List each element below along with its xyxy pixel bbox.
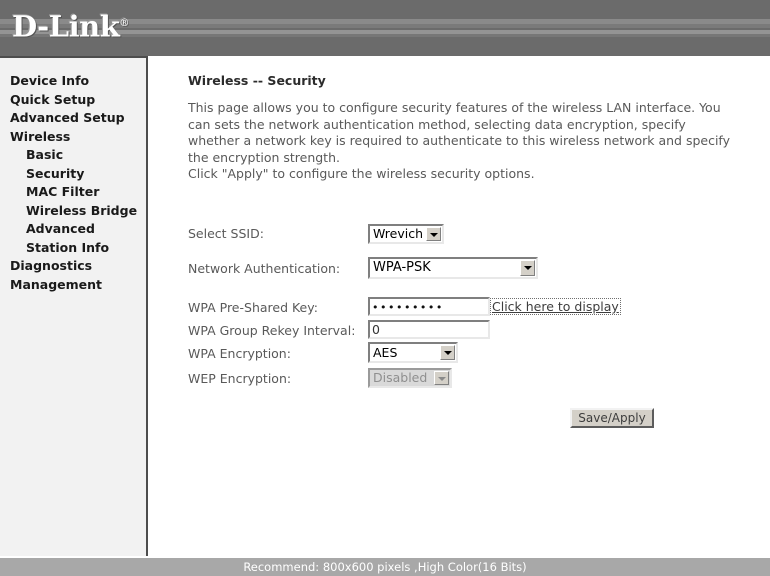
click-here-to-display-link[interactable]: Click here to display — [490, 298, 621, 315]
wep-encryption-label: WEP Encryption: — [188, 371, 292, 386]
wpa-group-rekey-interval-input[interactable]: 0 — [368, 320, 490, 339]
select-ssid-label: Select SSID: — [188, 226, 264, 241]
registered-trademark-icon: ® — [119, 18, 129, 29]
save-apply-button[interactable]: Save/Apply — [570, 408, 654, 428]
page-title: Wireless -- Security — [188, 73, 326, 88]
page-description: This page allows you to configure securi… — [188, 100, 731, 181]
network-authentication-control: WPA-PSK — [368, 257, 538, 279]
sidebar-item-advanced[interactable]: Advanced — [0, 220, 146, 239]
wep-encryption-value: Disabled — [373, 370, 428, 385]
main-content: Wireless -- Security This page allows yo… — [152, 56, 770, 556]
wpa-group-rekey-interval-label: WPA Group Rekey Interval: — [188, 323, 356, 338]
dlink-logo: D-Link® — [12, 7, 129, 44]
network-authentication-value: WPA-PSK — [373, 260, 431, 275]
wpa-encryption-label: WPA Encryption: — [188, 346, 291, 361]
wpa-encryption-dropdown[interactable]: AES — [368, 342, 458, 363]
select-ssid-value: Wrevich — [373, 226, 424, 241]
wep-encryption-control: Disabled — [368, 368, 452, 388]
wpa-pre-shared-key-input[interactable]: ••••••••• — [368, 297, 490, 316]
network-authentication-dropdown[interactable]: WPA-PSK — [368, 257, 538, 279]
chevron-down-icon — [434, 371, 449, 385]
sidebar-item-advanced-setup[interactable]: Advanced Setup — [0, 109, 146, 128]
network-authentication-label: Network Authentication: — [188, 261, 341, 276]
sidebar-item-diagnostics[interactable]: Diagnostics — [0, 257, 146, 276]
chevron-down-icon[interactable] — [440, 345, 455, 360]
wpa-group-rekey-interval-control: 0 — [368, 320, 490, 339]
wep-encryption-dropdown: Disabled — [368, 368, 452, 388]
wpa-pre-shared-key-value: ••••••••• — [372, 301, 444, 314]
sidebar-nav: Device Info Quick Setup Advanced Setup Wire… — [0, 56, 148, 556]
sidebar-item-management[interactable]: Management — [0, 276, 146, 295]
wpa-encryption-control: AES — [368, 342, 458, 363]
sidebar-item-wireless[interactable]: Wireless — [0, 128, 146, 147]
wpa-pre-shared-key-control: ••••••••• — [368, 297, 490, 316]
page-body: Device Info Quick Setup Advanced Setup Wire… — [0, 56, 770, 558]
sidebar-item-wireless-bridge[interactable]: Wireless Bridge — [0, 202, 146, 221]
footer-bar: Recommend: 800x600 pixels ,High Color(16… — [0, 558, 770, 576]
select-ssid-dropdown[interactable]: Wrevich — [368, 224, 444, 244]
select-ssid-control: Wrevich — [368, 224, 444, 244]
site-header: D-Link® — [0, 0, 770, 56]
sidebar-item-mac-filter[interactable]: MAC Filter — [0, 183, 146, 202]
sidebar-item-station-info[interactable]: Station Info — [0, 239, 146, 258]
chevron-down-icon[interactable] — [520, 260, 535, 276]
chevron-down-icon[interactable] — [426, 227, 441, 241]
sidebar-item-security[interactable]: Security — [0, 165, 146, 184]
sidebar-item-quick-setup[interactable]: Quick Setup — [0, 91, 146, 110]
sidebar-item-device-info[interactable]: Device Info — [0, 72, 146, 91]
wpa-pre-shared-key-label: WPA Pre-Shared Key: — [188, 300, 318, 315]
logo-text: D-Link — [12, 9, 120, 44]
wpa-encryption-value: AES — [373, 345, 398, 360]
wpa-group-rekey-interval-value: 0 — [372, 322, 380, 337]
sidebar-item-basic[interactable]: Basic — [0, 146, 146, 165]
